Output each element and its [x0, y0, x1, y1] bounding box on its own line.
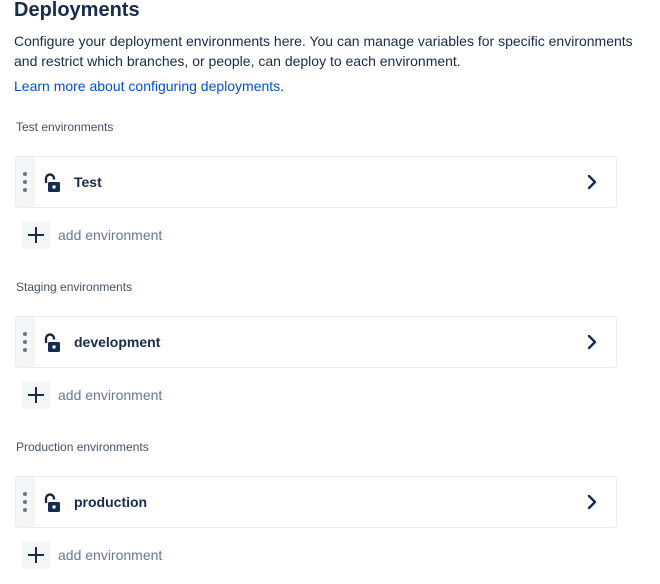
- unlocked-padlock-icon: [44, 173, 60, 192]
- drag-handle[interactable]: [16, 317, 35, 367]
- learn-more-link[interactable]: Learn more about configuring deployments: [14, 78, 280, 94]
- learn-more-period: .: [280, 78, 285, 94]
- environment-name: production: [74, 494, 148, 510]
- add-environment-label: add environment: [58, 227, 163, 243]
- plus-icon: [22, 541, 50, 569]
- add-environment-label: add environment: [58, 547, 163, 563]
- drag-dots-icon: [23, 332, 27, 352]
- environment-row-development[interactable]: development: [15, 316, 617, 368]
- drag-dots-icon: [23, 492, 27, 512]
- plus-icon: [22, 221, 50, 249]
- unlocked-padlock-icon: [44, 333, 60, 352]
- drag-handle[interactable]: [16, 157, 35, 207]
- section-heading-production: Production environments: [16, 440, 149, 454]
- learn-more-row: Learn more about configuring deployments…: [14, 76, 284, 96]
- environment-name: development: [74, 334, 161, 350]
- chevron-right-icon[interactable]: [584, 333, 600, 351]
- drag-handle[interactable]: [16, 477, 35, 527]
- environment-row-production[interactable]: production: [15, 476, 617, 528]
- add-environment-label: add environment: [58, 387, 163, 403]
- section-heading-staging: Staging environments: [16, 280, 133, 294]
- environment-name: Test: [74, 174, 102, 190]
- page-description: Configure your deployment environments h…: [14, 33, 633, 69]
- unlocked-padlock-icon: [44, 493, 60, 512]
- chevron-right-icon[interactable]: [584, 173, 600, 191]
- plus-icon: [22, 381, 50, 409]
- drag-dots-icon: [23, 172, 27, 192]
- environment-row-test[interactable]: Test: [15, 156, 617, 208]
- chevron-right-icon[interactable]: [584, 493, 600, 511]
- section-heading-test: Test environments: [16, 120, 114, 134]
- page-title: Deployments: [14, 0, 140, 21]
